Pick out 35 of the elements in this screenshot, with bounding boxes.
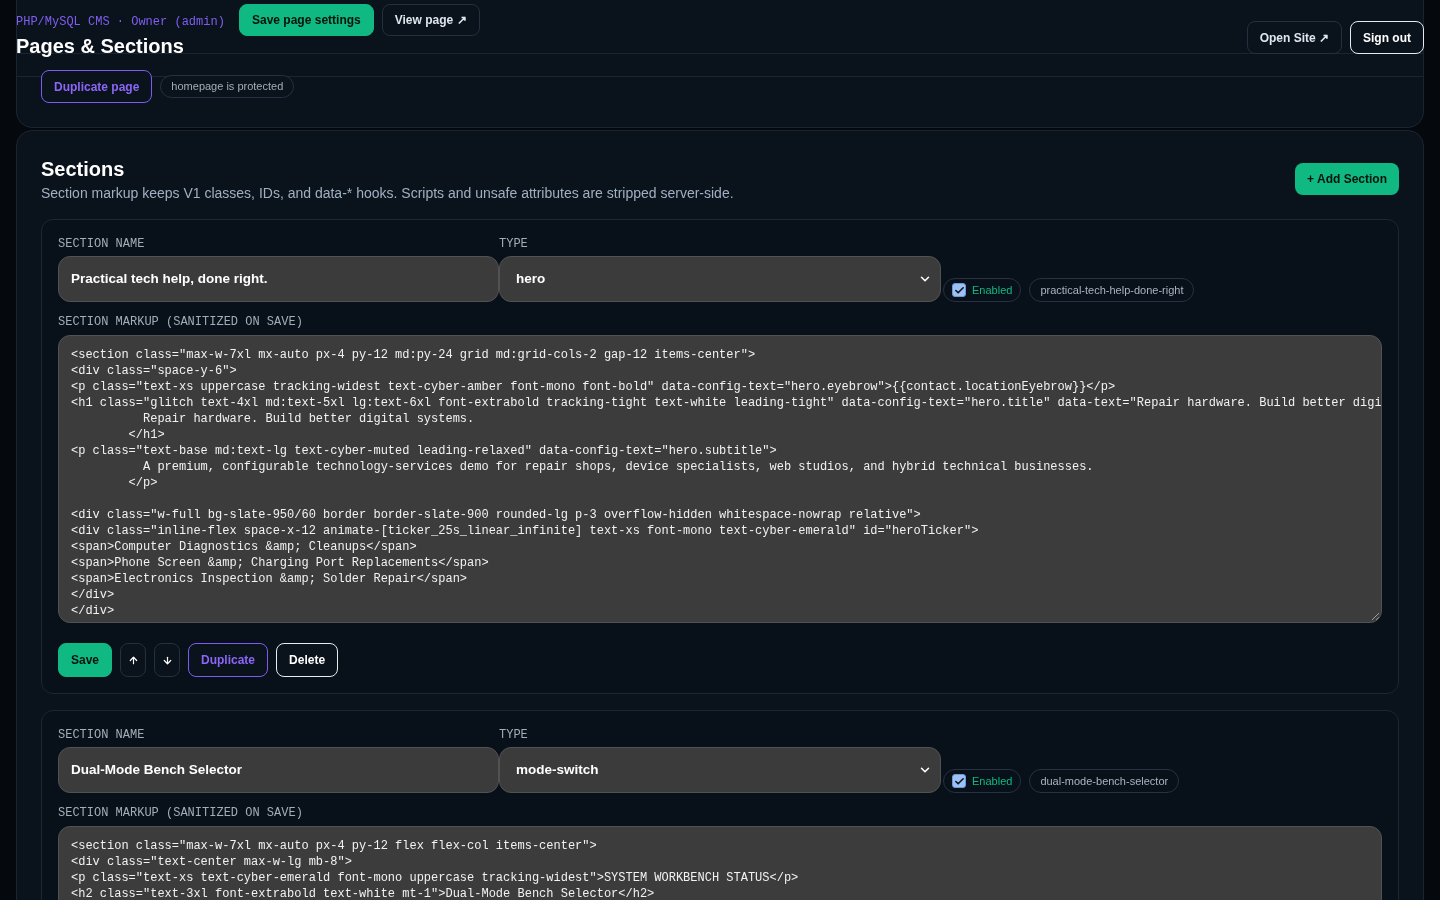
sign-out-button[interactable]: Sign out	[1350, 21, 1424, 54]
resize-handle-icon[interactable]	[1371, 612, 1379, 620]
name-input[interactable]: Dual-Mode Bench Selector	[58, 747, 499, 793]
app-subtitle: PHP/MySQL CMS · Owner (admin)	[16, 14, 225, 30]
view-page-button[interactable]: View page ↗	[381, 4, 480, 36]
arrow-down-icon	[161, 654, 173, 666]
delete-button[interactable]: Delete	[276, 643, 339, 677]
check-icon	[953, 284, 965, 296]
markup-field[interactable]: <section class="max-w-7xl mx-auto px-4 py-12 flex flex-col items-center"> <div class="text-center max-w-lg mb-8"> <p class="text-xs text-cyber-emerald font-mono uppercase tracking-widest">SYSTEM WORKBENCH STATUS</p> <h2 class="text-3xl font-extrabold text-white mt-1">Dual-Mode Bench Selector</h2>	[58, 826, 1382, 900]
save-button[interactable]: Save	[58, 643, 113, 677]
field-label: SECTION MARKUP (SANITIZED ON SAVE)	[58, 805, 304, 821]
field-label: SECTION MARKUP (SANITIZED ON SAVE)	[58, 314, 304, 330]
move-down-button[interactable]	[154, 643, 181, 677]
field-label: TYPE	[499, 727, 529, 743]
type-select[interactable]: hero	[499, 256, 941, 302]
markup-field[interactable]: <section class="max-w-7xl mx-auto px-4 py-12 md:py-24 grid md:grid-cols-2 gap-12 items-center"> <div class="space-y-6"> <p class="text-xs uppercase tracking-widest text-cyber-amber font-mono font-bold" data-config-text="hero.eyebrow">{{contact.locationEyebrow}}</p> <h1 class="glitch text-4xl md:text-5xl lg:text-6xl font-extrabold tracking-tight text-white leading-tight" data-config-text="hero.title" data-text="Repair hardware. Build better digi Repair hardware. Build better digital systems. </h1> <p class="text-base md:text-lg text-cyber-muted leading-relaxed" data-config-text="hero.subtitle"> A premium, configurable technology-services demo for repair shops, device specialists, web studios, and hybrid technical businesses. </p> <div class="w-full bg-slate-950/60 border border-slate-900 rounded-lg p-3 overflow-hidden whitespace-nowrap relative"> <div class="inline-flex space-x-12 animate-[ticker_25s_linear_infinite] text-xs font-mono text-cyber-emerald" id="heroTicker"> <span>Computer Diagnostics &amp; Cleanups</span> <span>Phone Screen &amp; Charging Port Replacements</span> <span>Electronics Inspection &amp; Solder Repair</span> </div> </div>	[58, 335, 1382, 623]
add-section-button[interactable]: + Add Section	[1295, 163, 1399, 195]
field-label: SECTION NAME	[58, 236, 146, 252]
panel-description: Section markup keeps V1 classes, IDs, and data-* hooks. Scripts and unsafe attributes are stripped server-side.	[41, 184, 734, 203]
check-icon	[953, 775, 965, 787]
duplicate-page-button[interactable]: Duplicate page	[41, 70, 153, 103]
save-settings-button[interactable]: Save page settings	[239, 4, 374, 36]
type-select[interactable]: mode-switch	[499, 747, 941, 793]
field-label: TYPE	[499, 236, 529, 252]
arrow-up-icon	[127, 654, 139, 666]
move-up-button[interactable]	[120, 643, 147, 677]
protected-badge: homepage is protected	[160, 75, 295, 98]
name-input[interactable]: Practical tech help, done right.	[58, 256, 499, 302]
checkbox[interactable]	[952, 283, 966, 297]
field-label: SECTION NAME	[58, 727, 146, 743]
checkbox[interactable]	[952, 774, 966, 788]
page-title: Pages & Sections	[16, 34, 184, 59]
open-site-button[interactable]: Open Site ↗	[1246, 21, 1342, 54]
panel-title: Sections	[41, 157, 126, 182]
duplicate-button[interactable]: Duplicate	[188, 643, 269, 677]
